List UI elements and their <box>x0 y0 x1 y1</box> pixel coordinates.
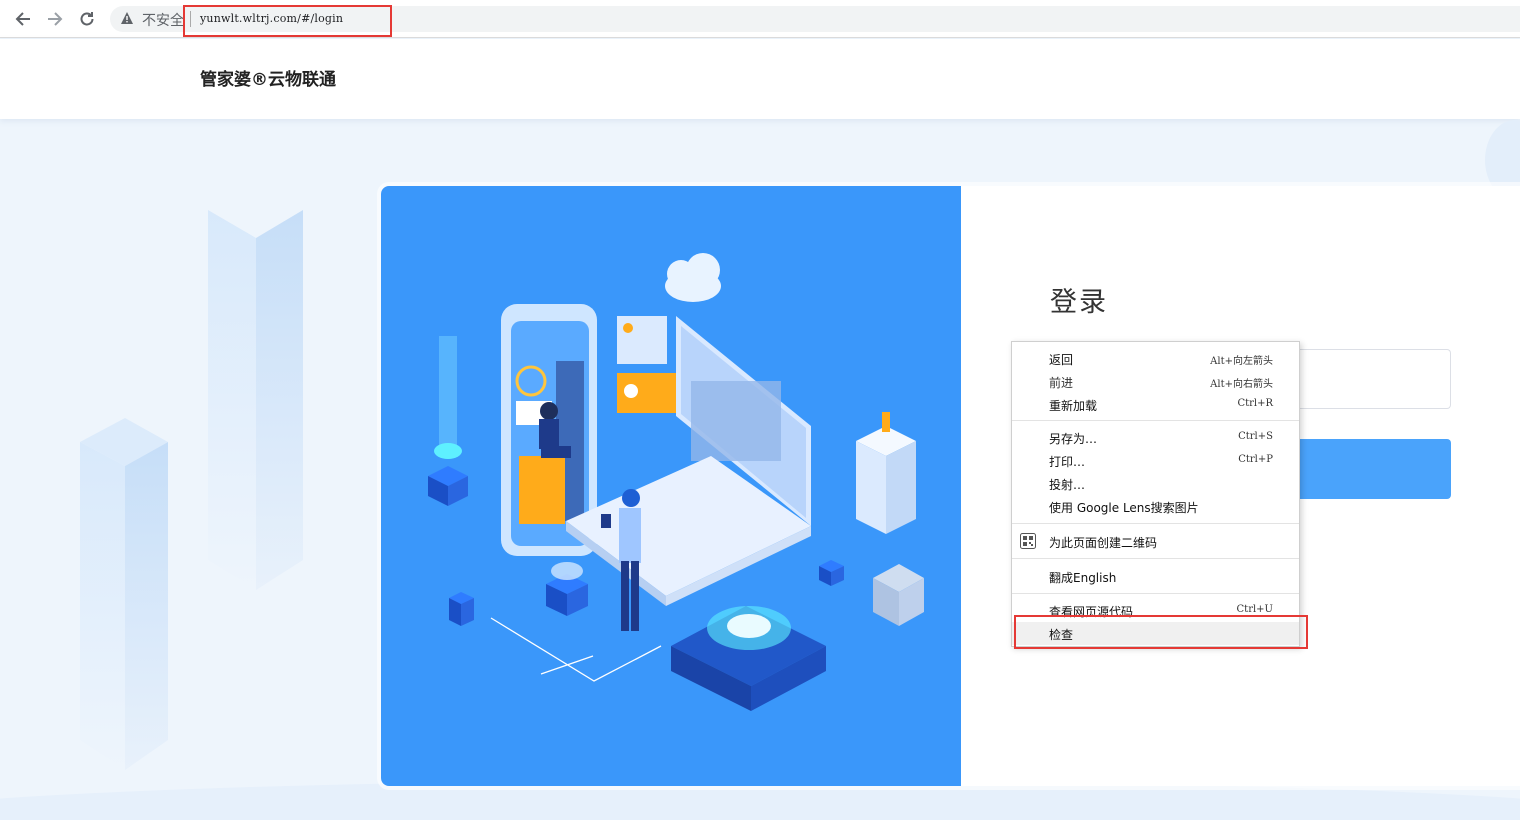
menu-item-shortcut: Ctrl+R <box>1237 398 1273 409</box>
left-tower-graphic <box>428 336 468 506</box>
brand-title: 管家婆®云物联通 <box>200 70 336 90</box>
menu-separator <box>1012 593 1299 594</box>
menu-item-label: 返回 <box>1049 353 1074 367</box>
menu-item-shortcut: Ctrl+S <box>1238 431 1273 442</box>
browser-toolbar: 不安全 yunwlt.wltrj.com/#/login <box>0 0 1520 38</box>
username-input[interactable] <box>1290 349 1451 409</box>
menu-item-create-qr[interactable]: 为此页面创建二维码 <box>1012 530 1299 553</box>
menu-item-back[interactable]: 返回 Alt+向左箭头 <box>1012 347 1299 370</box>
arrow-right-icon <box>48 12 63 26</box>
menu-item-translate[interactable]: 翻成English <box>1012 565 1299 588</box>
menu-item-label: 翻成English <box>1049 571 1117 585</box>
menu-item-label: 重新加载 <box>1049 399 1098 413</box>
menu-item-label: 使用 Google Lens搜索图片 <box>1049 501 1199 515</box>
menu-item-cast[interactable]: 投射… <box>1012 472 1299 495</box>
menu-item-label: 投射… <box>1049 478 1086 492</box>
arrow-left-icon <box>15 12 30 26</box>
context-menu: 返回 Alt+向左箭头 前进 Alt+向右箭头 重新加载 Ctrl+R 另存为…… <box>1011 341 1300 647</box>
menu-item-label: 打印… <box>1049 455 1086 469</box>
menu-separator <box>1012 558 1299 559</box>
menu-item-reload[interactable]: 重新加载 Ctrl+R <box>1012 393 1299 416</box>
menu-item-label: 为此页面创建二维码 <box>1049 536 1158 550</box>
site-header: 管家婆®云物联通 <box>0 39 1520 119</box>
cloud-icon <box>665 253 721 302</box>
menu-item-print[interactable]: 打印… Ctrl+P <box>1012 449 1299 472</box>
menu-item-forward[interactable]: 前进 Alt+向右箭头 <box>1012 370 1299 393</box>
menu-item-shortcut: Alt+向右箭头 <box>1210 379 1273 390</box>
insecure-label[interactable]: 不安全 <box>142 10 184 30</box>
menu-item-shortcut: Ctrl+P <box>1238 454 1273 465</box>
reload-icon <box>80 12 94 26</box>
warning-icon[interactable] <box>120 11 134 25</box>
back-button[interactable] <box>12 8 34 30</box>
laptop-graphic <box>566 316 811 606</box>
menu-item-label: 前进 <box>1049 376 1074 390</box>
menu-item-shortcut: Ctrl+U <box>1236 604 1273 615</box>
menu-item-google-lens[interactable]: 使用 Google Lens搜索图片 <box>1012 495 1299 518</box>
inspect-annotation-box <box>1014 615 1308 649</box>
menu-separator <box>1012 523 1299 524</box>
menu-item-label: 另存为… <box>1049 432 1098 446</box>
iot-illustration <box>428 253 924 711</box>
menu-item-shortcut: Alt+向左箭头 <box>1210 356 1273 367</box>
url-annotation-box <box>183 5 392 37</box>
forward-button[interactable] <box>44 8 66 30</box>
hero-illustration <box>381 186 961 786</box>
login-button[interactable] <box>1290 439 1451 499</box>
reload-button[interactable] <box>76 8 98 30</box>
login-title: 登录 <box>1050 287 1108 318</box>
chip-platform-graphic <box>671 606 826 711</box>
qr-code-icon <box>1020 533 1036 549</box>
menu-separator <box>1012 420 1299 421</box>
menu-item-save-as[interactable]: 另存为… Ctrl+S <box>1012 426 1299 449</box>
